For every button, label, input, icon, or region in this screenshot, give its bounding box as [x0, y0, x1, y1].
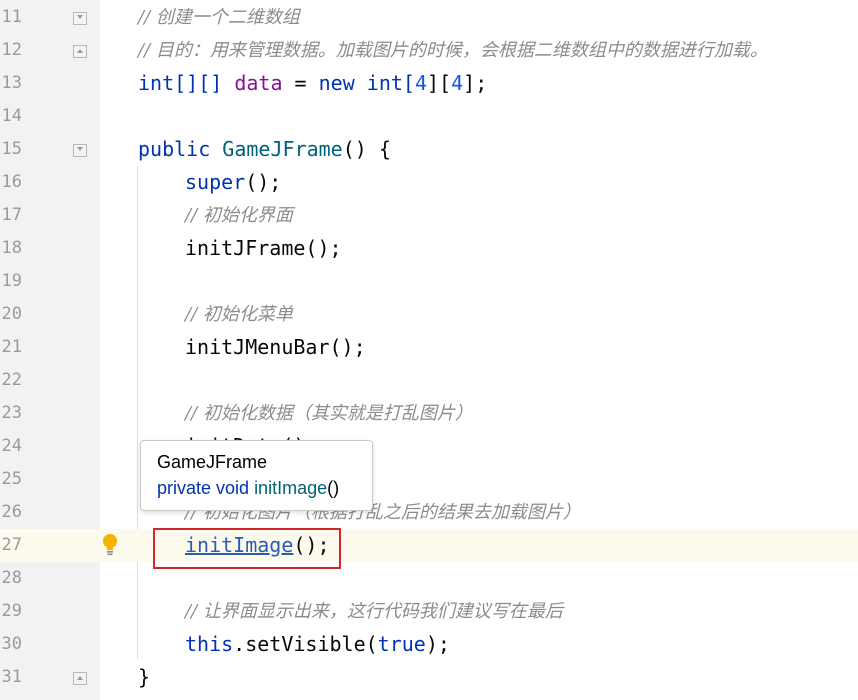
public-keyword: public	[138, 137, 223, 161]
documentation-tooltip: GameJFrame private void initImage()	[140, 440, 373, 511]
highlight-box	[153, 528, 341, 569]
code-line[interactable]: 31 }	[0, 661, 858, 694]
code-line[interactable]: 24 initData();	[0, 430, 858, 463]
code-line[interactable]: 21 initJMenuBar();	[0, 331, 858, 364]
line-number: 30	[1, 634, 22, 654]
method-call: initJMenuBar();	[185, 335, 366, 359]
code-line[interactable]: 22	[0, 364, 858, 397]
tooltip-class-name: GameJFrame	[157, 452, 268, 472]
line-number: 13	[1, 73, 22, 93]
comment: // 初始化菜单	[185, 304, 293, 325]
comment: // 目的：用来管理数据。加载图片的时候，会根据二维数组中的数据进行加载。	[138, 40, 768, 61]
comment: // 初始化界面	[185, 205, 293, 226]
lightbulb-icon[interactable]	[101, 533, 119, 557]
tooltip-params: ()	[327, 478, 340, 498]
constructor-declaration: public GameJFrame() {	[138, 133, 391, 166]
code-text: ();	[245, 170, 282, 194]
code-line[interactable]: 19	[0, 265, 858, 298]
number-literal: 4	[414, 71, 428, 95]
line-number: 20	[1, 304, 22, 324]
code-line[interactable]: 13 int[][] data = new int[4][4];	[0, 67, 858, 100]
code-line[interactable]: 14	[0, 100, 858, 133]
tooltip-method-name[interactable]: initImage	[254, 478, 327, 498]
comment: // 让界面显示出来，这行代码我们建议写在最后	[185, 601, 563, 622]
code-line[interactable]: 25	[0, 463, 858, 496]
line-number: 14	[1, 106, 22, 126]
comment: // 初始化数据（其实就是打乱图片）	[185, 403, 473, 424]
code-line[interactable]: 26 // 初始化图片（根据打乱之后的结果去加载图片）	[0, 496, 858, 529]
tooltip-modifiers: private void	[157, 478, 255, 498]
number-literal: 4	[451, 71, 464, 95]
code-text: () {	[342, 137, 391, 161]
field-name: data	[234, 71, 283, 95]
line-number: 23	[1, 403, 22, 423]
line-number: 28	[1, 568, 22, 588]
line-number: 11	[1, 7, 22, 27]
code-line[interactable]: 18 initJFrame();	[0, 232, 858, 265]
code-line[interactable]: 29 // 让界面显示出来，这行代码我们建议写在最后	[0, 595, 858, 628]
code-line[interactable]: 17 // 初始化界面	[0, 199, 858, 232]
line-number: 22	[1, 370, 22, 390]
new-keyword: new	[318, 71, 355, 95]
line-number: 16	[1, 172, 22, 192]
fold-marker-icon[interactable]	[73, 672, 87, 685]
method-call: this.setVisible(true);	[185, 628, 450, 661]
code-line[interactable]: 11 // 创建一个二维数组	[0, 1, 858, 34]
code-line[interactable]: 16 super();	[0, 166, 858, 199]
this-keyword: this	[185, 632, 234, 656]
tooltip-signature: private void initImage()	[157, 478, 339, 499]
code-line[interactable]: 23 // 初始化数据（其实就是打乱图片）	[0, 397, 858, 430]
code-line[interactable]: 20 // 初始化菜单	[0, 298, 858, 331]
method-call: initJFrame();	[185, 236, 342, 260]
current-code-line[interactable]: 27 initImage();	[0, 529, 858, 562]
line-number: 25	[1, 469, 22, 489]
super-keyword: super	[185, 170, 246, 194]
line-number: 27	[1, 535, 22, 555]
fold-marker-icon[interactable]	[73, 144, 87, 157]
bracket-text: ][	[427, 71, 452, 95]
fold-marker-icon[interactable]	[73, 45, 87, 58]
super-call: super();	[185, 166, 281, 199]
comment: // 创建一个二维数组	[138, 7, 300, 28]
field-declaration: int[][] data = new int[4][4];	[138, 67, 487, 100]
line-number: 19	[1, 271, 22, 291]
code-line[interactable]: 30 this.setVisible(true);	[0, 628, 858, 661]
line-number: 18	[1, 238, 22, 258]
line-number: 15	[1, 139, 22, 159]
boolean-literal: true	[377, 632, 426, 656]
line-number: 29	[1, 601, 22, 621]
line-number: 26	[1, 502, 22, 522]
code-line[interactable]: 12 // 目的：用来管理数据。加载图片的时候，会根据二维数组中的数据进行加载。	[0, 34, 858, 67]
code-line[interactable]: 28	[0, 562, 858, 595]
line-number: 21	[1, 337, 22, 357]
line-number: 31	[1, 667, 22, 687]
constructor-name: GameJFrame	[222, 137, 343, 161]
type-keyword: int[	[354, 71, 415, 95]
code-text: );	[425, 632, 450, 656]
assign-op: =	[282, 71, 319, 95]
line-number: 17	[1, 205, 22, 225]
line-number: 12	[1, 40, 22, 60]
code-text: .setVisible(	[233, 632, 378, 656]
line-number: 24	[1, 436, 22, 456]
bracket-text: ];	[463, 71, 488, 95]
closing-brace: }	[138, 665, 151, 689]
code-line[interactable]: 15 public GameJFrame() {	[0, 133, 858, 166]
type-keyword: int[][]	[138, 71, 235, 95]
fold-marker-icon[interactable]	[73, 12, 87, 25]
